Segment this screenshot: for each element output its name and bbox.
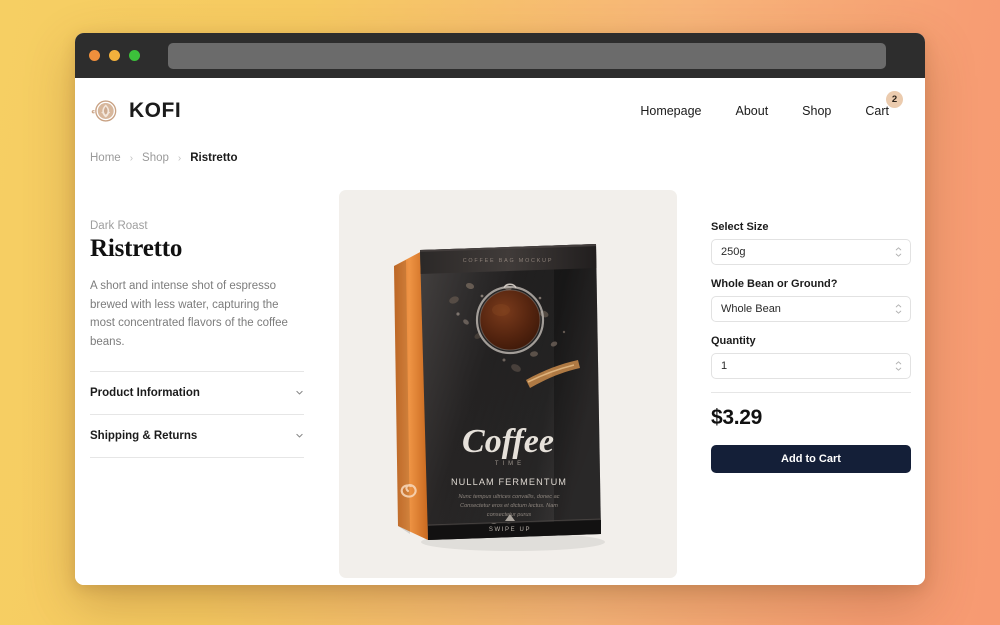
bag-headline: NULLAM FERMENTUM (450, 477, 566, 487)
product-description: A short and intense shot of espresso bre… (90, 280, 288, 348)
breadcrumb-item-shop[interactable]: Shop (142, 152, 169, 164)
coffee-bag-image: COFFEE BAG MOCKUP Coffee TIME NULLAM FER… (393, 244, 605, 551)
size-value: 250g (721, 246, 746, 258)
main-nav: Homepage About Shop Cart 2 (640, 91, 911, 120)
chevron-down-icon (295, 427, 304, 445)
accordion-item-product-information[interactable]: Product Information (90, 372, 304, 415)
nav-item-cart[interactable]: Cart 2 (865, 91, 903, 120)
product-category: Dark Roast (90, 220, 148, 232)
bag-brand-script: Coffee (462, 423, 554, 460)
browser-window: KOFI Homepage About Shop Cart 2 Home › S… (75, 33, 925, 585)
cart-label[interactable]: Cart (865, 104, 889, 118)
traffic-lights (89, 50, 140, 61)
page-content: KOFI Homepage About Shop Cart 2 Home › S… (75, 78, 925, 585)
coffee-cup-icon (90, 96, 120, 126)
brand[interactable]: KOFI (89, 96, 181, 126)
grind-label: Whole Bean or Ground? (711, 278, 838, 290)
product-image-frame[interactable]: COFFEE BAG MOCKUP Coffee TIME NULLAM FER… (338, 190, 677, 578)
bag-body-line-2: Consectetur eros et dictum lectus. Nam (460, 503, 558, 509)
grind-select[interactable]: Whole Bean (711, 296, 911, 322)
size-select[interactable]: 250g (711, 239, 911, 265)
address-bar[interactable] (168, 42, 886, 69)
accordion-label: Shipping & Returns (90, 429, 198, 442)
breadcrumb-item-home[interactable]: Home (90, 152, 121, 164)
product-info-column: Dark Roast Ristretto A short and intense… (89, 190, 304, 578)
quantity-value: 1 (721, 360, 728, 372)
divider (711, 392, 911, 393)
maximize-window-button[interactable] (129, 50, 140, 61)
stepper-icon (895, 247, 902, 257)
breadcrumb: Home › Shop › Ristretto (89, 138, 911, 164)
product-layout: Dark Roast Ristretto A short and intense… (89, 164, 911, 578)
product-accordion: Product Information Shipping & Returns (90, 370, 304, 458)
quantity-label: Quantity (711, 335, 756, 347)
page-title: Ristretto (90, 235, 183, 262)
bag-bottom-strip-text: SWIPE UP (488, 527, 530, 533)
quantity-select[interactable]: 1 (711, 353, 911, 379)
breadcrumb-separator: › (177, 152, 182, 164)
bag-brand-sub: TIME (494, 461, 524, 467)
breadcrumb-separator: › (129, 152, 134, 164)
stepper-icon (895, 361, 902, 371)
breadcrumb-item-current: Ristretto (190, 152, 238, 164)
grind-value: Whole Bean (721, 303, 781, 315)
size-label: Select Size (711, 221, 769, 233)
bag-top-seal-text: COFFEE BAG MOCKUP (462, 258, 553, 264)
nav-item-about[interactable]: About (736, 104, 769, 118)
brand-name: KOFI (129, 99, 182, 122)
stepper-icon (895, 304, 902, 314)
accordion-label: Product Information (90, 386, 200, 399)
product-price: $3.29 (711, 406, 763, 429)
bag-body-line-1: Nunc tempus ultrices convallis, donec ac (458, 494, 559, 500)
cart-count-badge: 2 (886, 91, 903, 108)
close-window-button[interactable] (89, 50, 100, 61)
accordion-item-shipping-returns[interactable]: Shipping & Returns (90, 415, 304, 458)
browser-chrome-bar (75, 33, 925, 78)
add-to-cart-button[interactable]: Add to Cart (711, 445, 911, 473)
chevron-down-icon (295, 384, 304, 402)
purchase-panel: Select Size 250g Whole Bean or Ground? W… (711, 190, 911, 578)
site-header: KOFI Homepage About Shop Cart 2 (89, 78, 911, 138)
nav-item-homepage[interactable]: Homepage (640, 104, 701, 118)
minimize-window-button[interactable] (109, 50, 120, 61)
nav-item-shop[interactable]: Shop (802, 104, 831, 118)
product-media-column: COFFEE BAG MOCKUP Coffee TIME NULLAM FER… (304, 190, 711, 578)
